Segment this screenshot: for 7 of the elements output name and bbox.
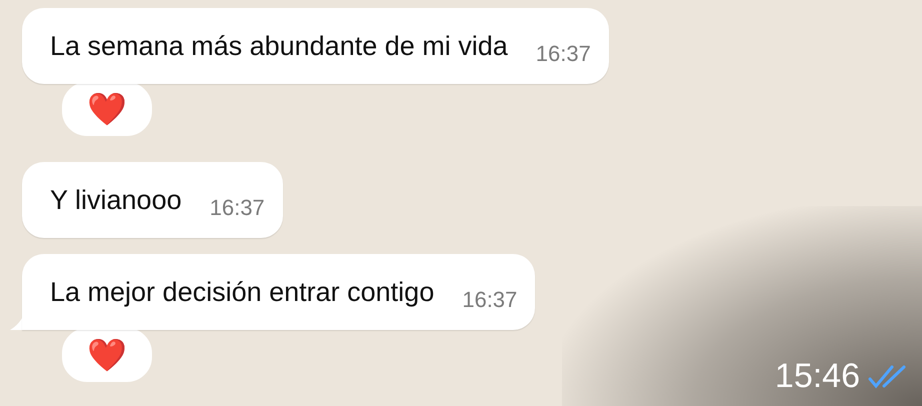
message-text: La semana más abundante de mi vida bbox=[50, 30, 508, 62]
message-time: 16:37 bbox=[462, 287, 518, 313]
message-text: La mejor decisión entrar contigo bbox=[50, 276, 434, 308]
status-time: 15:46 bbox=[774, 357, 860, 396]
message-time: 16:37 bbox=[210, 195, 265, 221]
message-time: 16:37 bbox=[536, 41, 591, 67]
message-text: Y livianooo bbox=[50, 184, 182, 216]
